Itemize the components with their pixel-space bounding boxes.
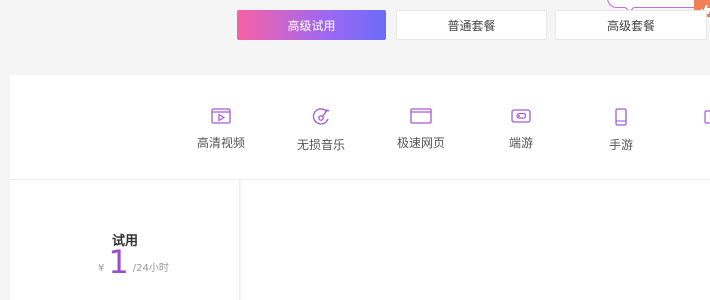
gamepad-icon <box>511 109 531 123</box>
phone-icon <box>615 108 627 126</box>
browser-window-icon <box>410 108 432 124</box>
tab-label: 高级试用 <box>287 18 336 33</box>
feature-label: 极速网页 <box>396 136 445 150</box>
feature-label: 手游 <box>608 138 633 152</box>
tab-premium-trial[interactable]: 高级试用 <box>237 10 386 40</box>
plan-detail-area <box>241 180 710 300</box>
feature-label: 高清视频 <box>196 136 245 150</box>
feature-hd-video: 高清视频 <box>181 108 261 151</box>
plan-card-trial[interactable]: 试用 ¥ 1 /24小时 <box>10 180 240 300</box>
feature-lossless-music: 无损音乐 <box>281 108 361 153</box>
feature-pc-games: 端游 <box>481 108 561 151</box>
video-icon <box>211 108 231 124</box>
price-currency: ¥ <box>98 263 105 274</box>
tab-label: 普通套餐 <box>447 18 496 33</box>
plan-selection-page: 高级试用 普通套餐 高级套餐 高清视频 无损音乐 极速网页 端游 手游 试用 ¥… <box>0 0 710 300</box>
tab-standard-package[interactable]: 普通套餐 <box>396 10 547 40</box>
feature-label: 端游 <box>508 136 533 150</box>
price-period: /24小时 <box>132 263 169 274</box>
tab-premium-package[interactable]: 高级套餐 <box>555 10 707 40</box>
music-disc-icon <box>312 108 330 125</box>
feature-fast-web: 极速网页 <box>381 108 461 151</box>
feature-label: 无损音乐 <box>296 138 345 152</box>
feature-mobile-games: 手游 <box>581 108 661 153</box>
partial-feature-icon <box>704 110 710 124</box>
price-amount: 1 <box>108 243 129 281</box>
plan-price: ¥ 1 /24小时 <box>98 244 169 278</box>
tab-label: 高级套餐 <box>606 18 655 33</box>
